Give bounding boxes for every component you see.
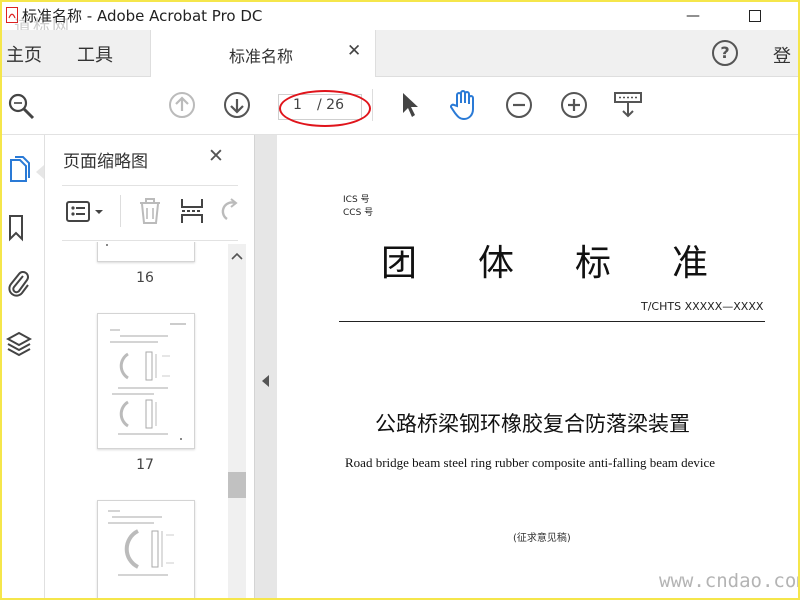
hand-icon[interactable] — [448, 88, 480, 122]
thumbnail-page-16[interactable] — [97, 242, 195, 262]
minimize-button[interactable]: — — [670, 2, 716, 30]
help-icon[interactable]: ? — [712, 40, 738, 66]
tab-document-label: 标准名称 — [229, 47, 294, 66]
thumbnail-scrollbar[interactable] — [228, 244, 246, 598]
page-thumbnails-icon[interactable] — [6, 155, 32, 185]
next-page-icon[interactable] — [223, 91, 251, 119]
thumbnail-list: 16 17 — [45, 242, 253, 598]
english-title: Road bridge beam steel ring rubber compo… — [345, 455, 716, 470]
prev-page-icon[interactable] — [168, 91, 196, 119]
scan-icon[interactable] — [613, 90, 643, 120]
title-bar: 标准名称 - Adobe Acrobat Pro DC 道标网 — — [2, 2, 798, 37]
chinese-title: 公路桥梁钢环橡胶复合防落梁装置 — [375, 412, 690, 436]
watermark-url: www.cndao.com — [659, 570, 800, 592]
thumbnail-label: 17 — [136, 457, 154, 473]
panel-close-icon[interactable]: ✕ — [208, 145, 224, 167]
draft-note: (征求意见稿) — [513, 533, 571, 544]
scrollbar-thumb[interactable] — [228, 472, 246, 498]
zoom-in-icon[interactable] — [560, 91, 588, 119]
zoom-out-icon[interactable] — [505, 91, 533, 119]
delete-icon[interactable] — [137, 197, 163, 225]
tab-document[interactable]: 标准名称 ✕ — [150, 30, 376, 77]
bookmark-icon[interactable] — [6, 213, 28, 243]
app-window: 标准名称 - Adobe Acrobat Pro DC 道标网 — 主页 工具 … — [0, 0, 800, 600]
maximize-button[interactable] — [732, 2, 778, 30]
heading-char: 体 — [478, 243, 515, 284]
heading-char: 标 — [575, 243, 612, 284]
tab-home[interactable]: 主页 — [6, 41, 42, 67]
document-page: ICS 号 CCS 号 团 体 标 准 T/CHTS XXXXX—XXXX 公路… — [277, 135, 798, 598]
tools-divider — [120, 195, 121, 227]
toolbar-divider — [372, 89, 373, 121]
maximize-icon — [749, 10, 761, 22]
thumbnail-options-icon[interactable] — [65, 199, 105, 225]
tab-tools[interactable]: 工具 — [77, 41, 113, 67]
collapse-arrow-icon[interactable] — [262, 375, 269, 387]
thumbnail-label: 16 — [136, 270, 154, 286]
panel-collapse-bar[interactable] — [254, 135, 278, 598]
tab-bar: 主页 工具 标准名称 ✕ ? 登 — [2, 30, 798, 77]
attachment-icon[interactable] — [6, 267, 32, 299]
scroll-up-icon[interactable] — [231, 252, 243, 260]
page-number-highlight — [279, 90, 371, 127]
minimize-icon: — — [686, 8, 700, 24]
ics-number: ICS 号 CCS 号 — [343, 194, 373, 220]
heading-char: 准 — [672, 243, 709, 284]
panel-title: 页面缩略图 — [63, 152, 148, 172]
login-link[interactable]: 登 — [773, 42, 791, 68]
rail-pointer — [36, 165, 44, 179]
insert-pages-icon[interactable] — [179, 197, 205, 225]
ics-label: ICS 号 — [343, 195, 370, 205]
select-arrow-icon[interactable] — [399, 90, 421, 120]
thumbnail-panel: 页面缩略图 ✕ 16 17 — [45, 135, 253, 598]
panel-divider — [62, 240, 238, 241]
standard-code: T/CHTS XXXXX—XXXX — [641, 300, 764, 313]
left-rail — [2, 135, 45, 598]
thumbnail-page-18[interactable] — [97, 500, 195, 598]
thumbnail-drawing — [110, 323, 186, 440]
thumbnail-drawing — [108, 510, 174, 576]
heading-char: 团 — [381, 243, 418, 284]
rotate-icon[interactable] — [219, 197, 241, 225]
header-rule — [339, 321, 765, 322]
close-tab-icon[interactable]: ✕ — [347, 41, 361, 61]
toolbar: 1 / 26 — [2, 77, 798, 135]
layers-icon[interactable] — [6, 329, 32, 359]
ccs-label: CCS 号 — [343, 208, 374, 218]
thumbnail-page-17[interactable] — [97, 313, 195, 449]
panel-divider — [62, 185, 238, 186]
magnify-icon[interactable] — [6, 91, 36, 121]
